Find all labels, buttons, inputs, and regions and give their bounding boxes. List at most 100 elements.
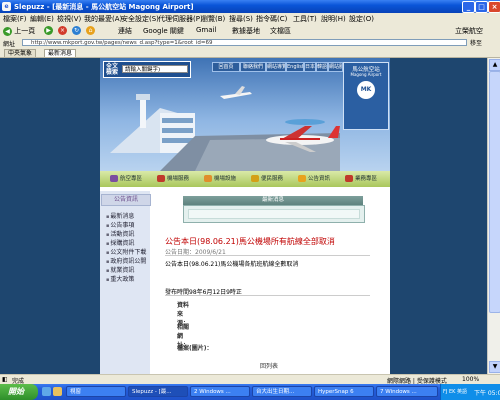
news-inner-panel [188,209,360,219]
menu-proxy[interactable]: 代理伺服器(P) [158,14,203,24]
back-to-list-link[interactable]: 回列表 [260,361,278,370]
task-windows-7[interactable]: 7 Windows ... [376,386,438,397]
menu-file[interactable]: 檔案(F) [3,14,27,24]
link-japanese[interactable]: 日本語 [304,62,316,72]
toolbar-link-uni[interactable]: 立榮航空 [455,26,483,36]
left-menu-item-jobs[interactable]: 就業資訊 [106,265,134,274]
forward-button[interactable]: ▶ [44,26,53,35]
task-windows-2[interactable]: 2 Windows ... [190,386,250,397]
system-tray: FJ EK 英語 下午 05:06 [440,384,500,400]
search-box: 全文檢索 請輸入關鍵字) [103,61,191,78]
site-nav: 航空專區 機場服務 機場設施 便民服務 公告資訊 業務專區 [100,171,390,187]
menu-edit[interactable]: 編輯(E) [30,14,54,24]
home-icon: ⌂ [86,26,95,35]
toolbar-link-google[interactable]: Google 關鍵 [143,26,184,36]
divider [165,255,370,256]
link-sitemap[interactable]: 網站導覽 [266,62,286,72]
window-title: Slepuzz - [最新消息 - 馬公航空站 Magong Airport] [14,3,194,11]
announcement-icon [298,175,306,182]
left-menu-item-policy[interactable]: 重大政策 [106,274,134,283]
browser-icon: e [2,2,11,11]
nav-aviation[interactable]: 航空專區 [110,174,142,184]
news-main: 最新消息 公告本日(98.06.21)馬公機場所有航線全部取消 公告日期：200… [155,191,390,374]
field-files-label: 檔案(圖片)： [177,345,213,352]
minimize-button[interactable]: _ [462,1,475,13]
task-hypersnap[interactable]: HyperSnap 6 [314,386,374,397]
news-body: 公告本日(98.06.21)馬公機場各航班航線全數取消 [165,261,299,268]
link-korean[interactable]: 韓語 [316,62,328,72]
left-menu-item-procurement[interactable]: 採購資訊 [106,238,134,247]
scroll-up-icon[interactable]: ▲ [489,59,500,71]
site-banner: 全文檢索 請輸入關鍵字) 回首頁 聯絡我們 網站導覽 English 日本語 韓… [100,58,390,171]
toolbar-link-1[interactable]: 連結 [118,26,132,36]
maximize-button[interactable]: □ [475,1,488,13]
left-menu-item-gov-info[interactable]: 政府資訊公開 [106,256,146,265]
airport-illustration [110,86,340,171]
close-button[interactable]: × [488,1,500,13]
folder-quicklaunch-icon[interactable] [53,387,62,396]
logo-mark: MK [357,81,375,99]
back-button[interactable]: ◀ 上一頁 [3,26,35,36]
nav-airport-service[interactable]: 機場服務 [157,174,189,184]
link-contact[interactable]: 聯絡我們 [240,62,266,72]
scroll-down-icon[interactable]: ▼ [489,361,500,373]
tray-label[interactable]: FJ EK 英語 [443,388,467,395]
left-menu: 公告資訊 最新消息 公告事項 活動資訊 採購資訊 公文附件下載 政府資訊公開 就… [100,191,151,374]
business-icon [345,175,353,182]
tab-row: 中央氣象 最新消息 [0,48,500,58]
nav-facilities[interactable]: 機場設施 [204,174,236,184]
menu-browse[interactable]: 瀏覽(B) [201,14,225,24]
menu-search[interactable]: 搜尋(S) [229,14,253,24]
left-menu-item-latest[interactable]: 最新消息 [106,211,134,220]
left-menu-item-notices[interactable]: 公告事項 [106,220,134,229]
tab-weather[interactable]: 中央氣象 [4,49,37,57]
menu-script[interactable]: 指令碼(C) [256,14,287,24]
facilities-icon [204,175,212,182]
task-ntu[interactable]: 台大出生日期... [252,386,312,397]
divider [165,295,370,296]
news-section-header: 最新消息 [183,196,363,205]
nav-business[interactable]: 業務專區 [345,174,377,184]
airport-logo[interactable]: 馬公航空站 Magong Airport MK [343,62,389,130]
page-content[interactable]: 全文檢索 請輸入關鍵字) 回首頁 聯絡我們 網站導覽 English 日本語 韓… [0,58,487,374]
menu-security[interactable]: 安全設定(S) [121,14,159,24]
ie-quicklaunch-icon[interactable] [42,387,51,396]
window-title-bar[interactable]: e Slepuzz - [最新消息 - 馬公航空站 Magong Airport… [0,0,500,13]
nav-announcements[interactable]: 公告資訊 [298,174,330,184]
news-headline: 公告本日(98.06.21)馬公機場所有航線全部取消 [165,237,335,246]
service-icon [157,175,165,182]
nav-citizen-service[interactable]: 便民服務 [251,174,283,184]
menu-settings[interactable]: 設定(O) [349,14,374,24]
home-button[interactable]: ⌂ [86,26,95,35]
toolbar-link-docs[interactable]: 文檔區 [270,26,291,36]
stop-icon: × [58,26,67,35]
page-icon: ◧ [2,376,8,383]
refresh-button[interactable]: ↻ [72,26,81,35]
toolbar-link-gmail[interactable]: Gmail [196,26,216,34]
link-english[interactable]: English [286,62,304,72]
search-input[interactable]: 請輸入關鍵字) [122,65,188,73]
news-box [183,205,365,223]
start-button[interactable]: 開始 [0,384,38,400]
link-home[interactable]: 回首頁 [212,62,240,72]
left-menu-item-events[interactable]: 活動資訊 [106,229,134,238]
toolbar-link-base[interactable]: 數據基地 [232,26,260,36]
zoom-level[interactable]: 100% [462,376,479,383]
scroll-thumb[interactable] [489,71,500,313]
menu-tools[interactable]: 工具(T) [293,14,317,24]
stop-button[interactable]: × [58,26,67,35]
task-slepuzz[interactable]: Slepuzz - [最... [128,386,188,397]
menu-help[interactable]: 說明(H) [321,14,346,24]
clock[interactable]: 下午 05:06 [474,388,500,397]
vertical-scrollbar[interactable]: ▲ ▼ [487,58,500,374]
task-window-1[interactable]: 視窗 [66,386,126,397]
left-menu-item-downloads[interactable]: 公文附件下載 [106,247,146,256]
link-services[interactable]: 網站服務 [328,62,343,72]
menu-favorites[interactable]: 我的最愛(A) [84,14,122,24]
url-input[interactable]: http://www.mkport.gov.tw/pages/news_d.as… [22,39,467,46]
toolbar: ◀ 上一頁 ▶ × ↻ ⌂ 連結 Google 關鍵 Gmail 數據基地 文檔… [0,24,500,39]
tab-latest-news[interactable]: 最新消息 [44,49,77,57]
go-button[interactable]: 移至 [470,38,482,47]
forward-arrow-icon: ▶ [44,26,53,35]
menu-view[interactable]: 檢視(V) [57,14,81,24]
